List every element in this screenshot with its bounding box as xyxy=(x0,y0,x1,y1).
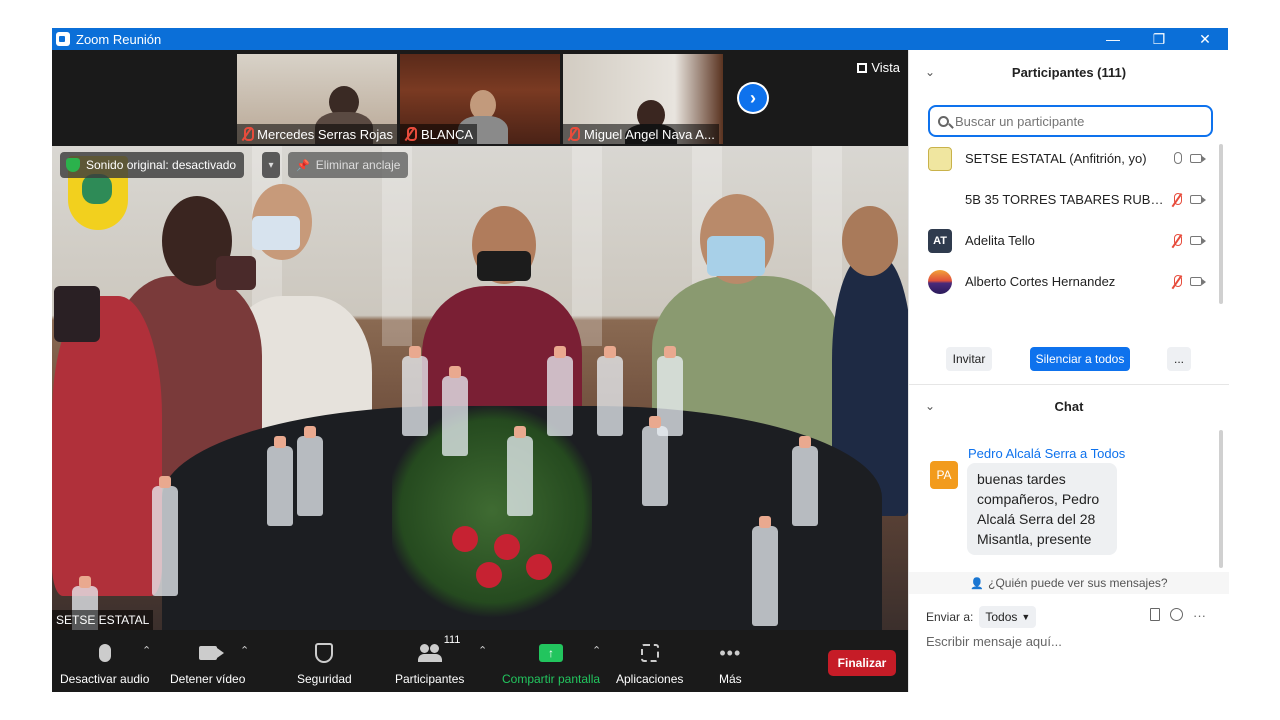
send-to-row: Enviar a: Todos ▼ xyxy=(926,606,1037,628)
stop-video-button[interactable]: Detener vídeo xyxy=(170,640,245,690)
chevron-down-icon: ▼ xyxy=(1021,612,1031,622)
view-button[interactable]: Vista xyxy=(857,60,900,75)
participant-avatar xyxy=(928,269,952,294)
mic-muted-icon xyxy=(567,127,580,141)
mic-muted-icon[interactable] xyxy=(1172,274,1182,289)
next-page-button[interactable]: › xyxy=(737,82,769,114)
chat-message-input[interactable] xyxy=(926,634,1216,649)
meeting-area: Mercedes Serras Rojas BLANCA Miguel Ange xyxy=(52,50,908,692)
thumbnail-strip: Mercedes Serras Rojas BLANCA Miguel Ange xyxy=(52,50,908,146)
shield-icon xyxy=(315,643,334,663)
original-sound-button[interactable]: Sonido original: desactivado xyxy=(60,152,245,178)
thumbnail-name: Miguel Angel Nava A... xyxy=(563,124,719,144)
security-button[interactable]: Seguridad xyxy=(297,640,352,690)
remove-pin-button[interactable]: 📌 Eliminar anclaje xyxy=(288,152,409,178)
chat-tools: ··· xyxy=(1150,608,1206,623)
mic-muted-icon xyxy=(241,127,255,141)
participants-options-caret[interactable]: ⌃ xyxy=(478,644,487,657)
share-options-caret[interactable]: ⌃ xyxy=(592,644,601,657)
microphone-icon xyxy=(98,644,111,662)
chat-scrollbar[interactable] xyxy=(1219,430,1223,568)
person-info-icon: 👤 xyxy=(970,577,985,590)
apps-button[interactable]: Aplicaciones xyxy=(616,640,683,690)
mic-muted-icon xyxy=(404,127,417,141)
participants-icon xyxy=(417,644,442,662)
video-off-icon xyxy=(1190,154,1206,163)
participants-more-button[interactable]: ... xyxy=(1167,347,1191,371)
side-panel: ⌄ Participantes (111) SETSE ESTATAL (Anf… xyxy=(908,50,1229,692)
title-bar: Zoom Reunión — ❐ ✕ xyxy=(52,28,1228,50)
recipient-dropdown[interactable]: Todos ▼ xyxy=(979,606,1037,628)
mute-audio-button[interactable]: Desactivar audio xyxy=(60,640,149,690)
participant-row[interactable]: Alberto Cortes Hernandez xyxy=(909,261,1219,302)
video-camera-icon xyxy=(198,646,224,660)
thumbnail-name: BLANCA xyxy=(400,124,478,144)
search-icon xyxy=(938,115,949,127)
active-speaker-video: Sonido original: desactivado ▾ 📌 Elimina… xyxy=(52,146,908,630)
meeting-toolbar: Desactivar audio ⌃ Detener vídeo ⌃ Segur… xyxy=(52,630,908,692)
maximize-button[interactable]: ❐ xyxy=(1136,28,1182,50)
share-screen-icon: ↑ xyxy=(539,644,564,662)
video-off-icon xyxy=(1190,236,1206,245)
invite-button[interactable]: Invitar xyxy=(946,347,992,371)
participant-thumbnail[interactable]: Mercedes Serras Rojas xyxy=(237,54,397,144)
shield-icon xyxy=(66,158,80,172)
zoom-window: Zoom Reunión — ❐ ✕ Mercedes Serras Rojas xyxy=(52,28,1229,692)
apps-icon xyxy=(640,644,659,662)
mic-muted-icon[interactable] xyxy=(1172,192,1182,207)
share-screen-button[interactable]: ↑ Compartir pantalla xyxy=(502,640,600,690)
end-meeting-button[interactable]: Finalizar xyxy=(828,650,896,676)
chat-header: ⌄ Chat xyxy=(925,398,1084,414)
participant-search[interactable] xyxy=(928,105,1213,137)
pin-icon: 📌 xyxy=(296,159,310,172)
original-sound-dropdown[interactable]: ▾ xyxy=(262,152,280,178)
speaker-name-label: SETSE ESTATAL xyxy=(52,610,154,630)
participant-row[interactable]: AT Adelita Tello xyxy=(909,220,1219,261)
chevron-right-icon: › xyxy=(739,84,767,112)
minimize-button[interactable]: — xyxy=(1090,28,1136,50)
thumbnail-name: Mercedes Serras Rojas xyxy=(237,124,397,144)
participant-avatar: AT xyxy=(928,228,952,253)
microphone-icon[interactable] xyxy=(1172,151,1182,166)
zoom-logo-icon xyxy=(56,32,70,46)
video-off-icon xyxy=(1190,195,1206,204)
participant-row[interactable]: 5B 35 TORRES TABARES RUBEN ... xyxy=(909,179,1219,220)
collapse-chevron-icon[interactable]: ⌄ xyxy=(925,399,935,413)
collapse-chevron-icon[interactable]: ⌄ xyxy=(925,65,935,79)
window-title: Zoom Reunión xyxy=(76,31,162,47)
participant-row[interactable]: SETSE ESTATAL (Anfitrión, yo) xyxy=(909,138,1219,179)
mute-all-button[interactable]: Silenciar a todos xyxy=(1030,347,1130,371)
mic-muted-icon[interactable] xyxy=(1172,233,1182,248)
participant-thumbnail[interactable]: Miguel Angel Nava A... xyxy=(563,54,723,144)
chat-message: buenas tardes compañeros, Pedro Alcalá S… xyxy=(967,463,1117,555)
avatar: PA xyxy=(930,461,958,489)
participant-avatar xyxy=(928,146,952,171)
emoji-icon[interactable] xyxy=(1170,608,1183,621)
participants-button[interactable]: 111 Participantes xyxy=(395,634,464,690)
participant-thumbnail[interactable]: BLANCA xyxy=(400,54,560,144)
file-icon[interactable] xyxy=(1150,608,1160,621)
participants-header: ⌄ Participantes (111) xyxy=(925,64,1127,80)
video-off-icon xyxy=(1190,277,1206,286)
who-can-see-messages[interactable]: 👤 ¿Quién puede ver sus mensajes? xyxy=(909,572,1229,594)
close-button[interactable]: ✕ xyxy=(1182,28,1228,50)
video-options-caret[interactable]: ⌃ xyxy=(240,644,249,657)
more-dots-icon: ••• xyxy=(719,643,742,663)
chat-sender[interactable]: Pedro Alcalá Serra a Todos xyxy=(968,446,1125,461)
participants-scrollbar[interactable] xyxy=(1219,144,1223,304)
grid-view-icon xyxy=(857,62,868,73)
more-button[interactable]: ••• Más xyxy=(719,640,742,690)
audio-options-caret[interactable]: ⌃ xyxy=(142,644,151,657)
chat-more-icon[interactable]: ··· xyxy=(1193,608,1206,623)
participant-search-input[interactable] xyxy=(955,113,1195,129)
participants-count: 111 xyxy=(443,634,461,646)
